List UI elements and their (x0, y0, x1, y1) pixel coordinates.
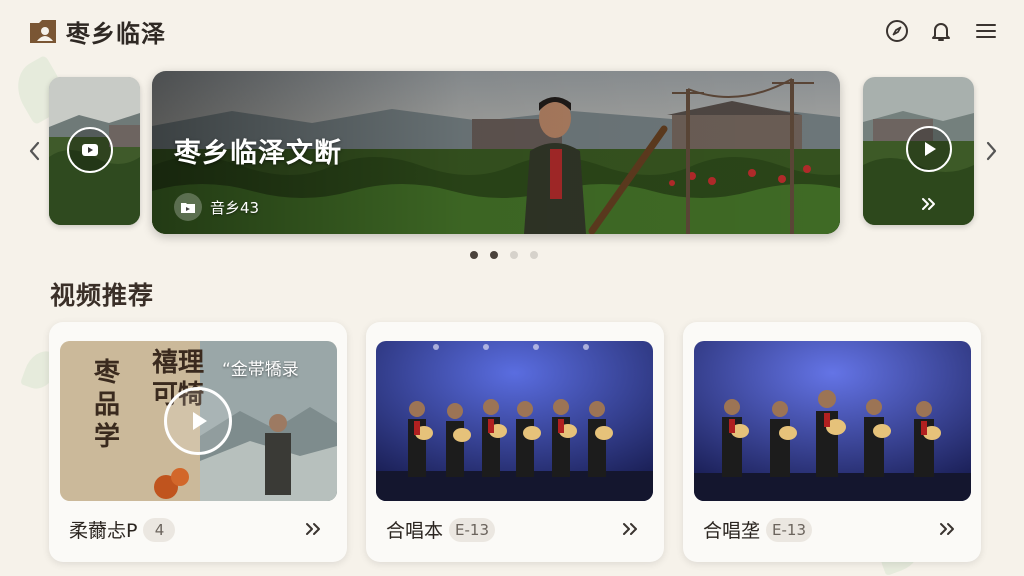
bell-icon[interactable] (928, 18, 954, 44)
forward-arrow-icon[interactable] (937, 518, 959, 540)
card-badge: E-13 (766, 517, 812, 542)
choir-stage-image (376, 341, 653, 501)
top-bar: 枣乡临泽 (0, 0, 1024, 64)
pagination-dot[interactable] (470, 251, 478, 259)
menu-icon[interactable] (973, 18, 999, 44)
calligraphy-text-left: 枣品学 (94, 358, 121, 452)
banner-title: 枣乡临泽文断 (174, 138, 342, 169)
forward-arrow-icon[interactable] (620, 518, 642, 540)
fast-forward-icon[interactable] (920, 196, 938, 212)
featured-banner[interactable]: 枣乡临泽文断 音乡43 (152, 71, 840, 234)
logo-icon (30, 20, 56, 43)
video-thumbnail: 枣品学 禧理可犄 “金帯犞录 (60, 341, 337, 501)
thumbnail-caption: “金帯犞录 (222, 360, 299, 380)
video-folder-icon (174, 193, 202, 221)
card-badge: E-13 (449, 517, 495, 542)
carousel-side-card-left[interactable] (49, 77, 140, 225)
pagination-dot[interactable] (530, 251, 538, 259)
carousel-next-icon[interactable] (980, 138, 1002, 164)
video-card[interactable]: 合唱本 E-13 (366, 322, 664, 562)
carousel-prev-icon[interactable] (24, 138, 46, 164)
pagination-dot-active[interactable] (490, 251, 498, 259)
choir-stage-image (694, 341, 971, 501)
compass-icon[interactable] (884, 18, 910, 44)
section-title: 视频推荐 (50, 281, 155, 310)
carousel-side-card-right[interactable] (863, 77, 974, 225)
carousel-pagination (470, 251, 538, 259)
card-badge: 4 (143, 517, 176, 542)
card-title-text: 合唱垄 (703, 520, 761, 542)
card-title-text: 柔薾忐P (69, 520, 138, 542)
video-card[interactable]: 合唱垄 E-13 (683, 322, 981, 562)
video-thumbnail (694, 341, 971, 501)
play-icon[interactable] (906, 126, 952, 172)
video-card[interactable]: 枣品学 禧理可犄 “金帯犞录 柔薾忐P 4 (49, 322, 347, 562)
card-title-text: 合唱本 (386, 520, 444, 542)
forward-arrow-icon[interactable] (303, 518, 325, 540)
play-icon[interactable] (164, 387, 232, 455)
card-title: 合唱垄 E-13 (703, 516, 812, 543)
app-title: 枣乡临泽 (66, 19, 166, 48)
play-icon[interactable] (67, 127, 113, 173)
pagination-dot[interactable] (510, 251, 518, 259)
banner-meta-text: 音乡43 (210, 198, 260, 217)
video-thumbnail (376, 341, 653, 501)
banner-meta: 音乡43 (174, 193, 259, 221)
card-title: 合唱本 E-13 (386, 516, 495, 543)
card-title: 柔薾忐P 4 (69, 516, 176, 543)
